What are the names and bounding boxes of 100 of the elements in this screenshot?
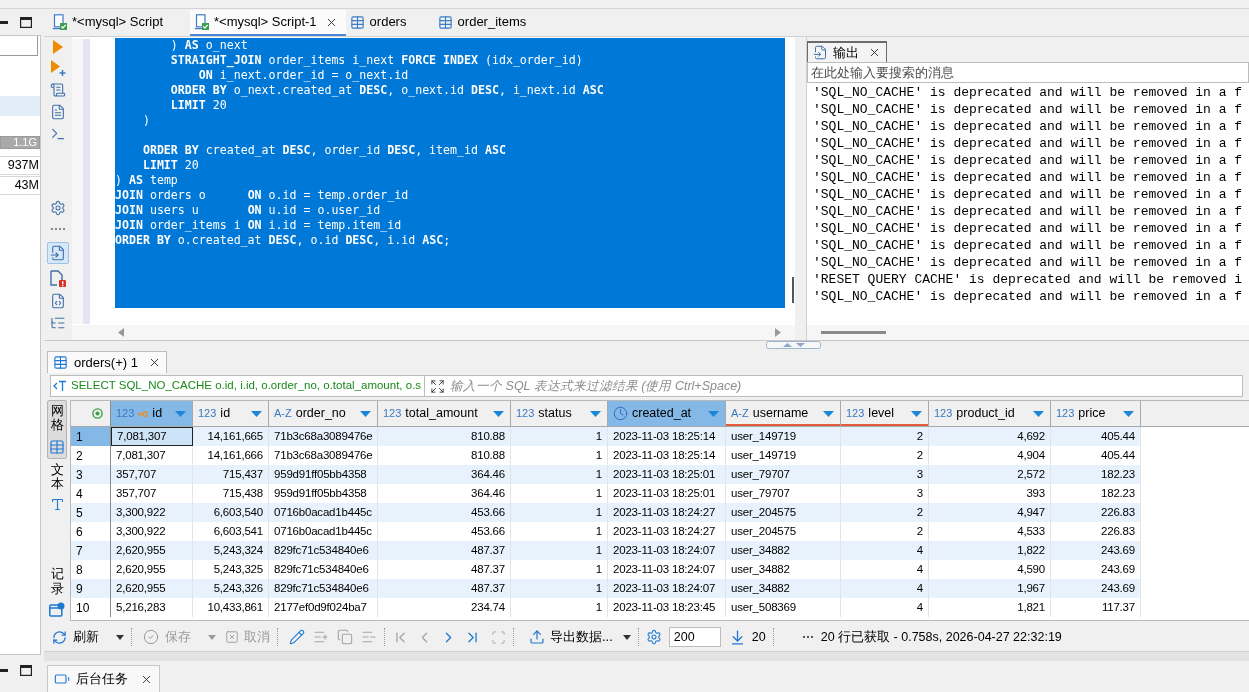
refresh-button[interactable]: 刷新	[52, 627, 99, 647]
filter-arrow-icon[interactable]	[823, 410, 834, 417]
table-cell: user_204575	[726, 503, 841, 522]
log-message: 'SQL_NO_CACHE' is deprecated and will be removed in a f	[813, 119, 1243, 134]
table-cell: 4,947	[929, 503, 1051, 522]
list-tree-icon[interactable]	[50, 315, 66, 331]
table-cell: 829fc71c534840e6	[269, 541, 378, 560]
vertical-scrollbar[interactable]	[792, 277, 794, 303]
caret-icon[interactable]	[622, 634, 631, 640]
log-message: 'SQL_NO_CACHE' is deprecated and will be removed in a f	[813, 170, 1243, 185]
record-indicator-icon	[92, 408, 103, 419]
column-header[interactable]: 123 id	[111, 401, 193, 426]
horizontal-scrollbar[interactable]	[821, 331, 886, 334]
row-number[interactable]: 5	[71, 503, 111, 522]
navigator-filter-field[interactable]	[0, 36, 38, 56]
document-code-icon[interactable]	[50, 293, 66, 309]
filter-arrow-icon[interactable]	[911, 410, 922, 417]
document-arrow-icon	[50, 245, 66, 261]
filter-arrow-icon[interactable]	[251, 410, 262, 417]
output-toggle-button[interactable]	[47, 242, 69, 264]
filter-arrow-icon[interactable]	[175, 410, 186, 417]
output-tab[interactable]: 输出	[807, 41, 887, 62]
editor-tab[interactable]: orders	[345, 10, 434, 36]
scroll-right-icon[interactable]	[775, 328, 781, 337]
row-number[interactable]: 1	[71, 427, 111, 446]
code-line: ) AS o_next	[170, 38, 248, 53]
x-square-icon	[225, 630, 239, 644]
memory-reading: 43M	[14, 177, 39, 195]
maximize-icon[interactable]	[20, 665, 32, 676]
column-header[interactable]: A-Z username	[726, 401, 841, 426]
log-message: 'SQL_NO_CACHE' is deprecated and will be removed in a f	[813, 85, 1243, 100]
fetch-size-field[interactable]: 200	[668, 627, 721, 647]
filter-arrow-icon[interactable]	[708, 410, 719, 417]
view-tab[interactable]: 记录	[47, 563, 67, 621]
table-cell: 243.69	[1051, 541, 1141, 560]
document-alert-icon[interactable]	[50, 270, 66, 287]
row-number[interactable]: 7	[71, 541, 111, 560]
refresh-icon	[52, 629, 67, 645]
caret-icon[interactable]	[116, 634, 124, 640]
table-cell: 715,437	[193, 465, 269, 484]
settings-icon[interactable]	[50, 200, 66, 216]
filter-arrow-icon[interactable]	[1033, 410, 1044, 417]
table-cell: 2,572	[929, 465, 1051, 484]
code-line: JOIN users u ON u.id = o.user_id	[115, 203, 381, 218]
close-icon[interactable]	[868, 46, 881, 59]
battery-icon	[54, 671, 70, 687]
record-card-icon	[49, 602, 65, 617]
row-number[interactable]: 9	[71, 579, 111, 598]
table-cell: 1	[511, 427, 608, 446]
editor-tab[interactable]: *<mysql> Script-1	[190, 10, 346, 36]
table-cell: 1	[511, 579, 608, 598]
table-cell: 4	[841, 579, 929, 598]
column-header[interactable]: 123 level	[841, 401, 929, 426]
collapse-expand-icon[interactable]	[766, 341, 821, 349]
code-line: ON i_next.order_id = o_next.id	[198, 68, 409, 83]
filter-arrow-icon[interactable]	[1123, 410, 1134, 417]
table-cell: 2	[841, 503, 929, 522]
table-cell: 2023-11-03 18:25:01	[608, 465, 726, 484]
code-text-icon	[53, 380, 67, 392]
view-tab[interactable]: 网格	[47, 400, 67, 459]
filter-arrow-icon[interactable]	[360, 410, 371, 417]
table-cell: 2	[841, 427, 929, 446]
filter-arrow-icon[interactable]	[493, 410, 504, 417]
filter-input[interactable]: 输入一个 SQL 表达式来过滤结果 (使用 Ctrl+Space)	[450, 375, 1243, 397]
terminal-icon[interactable]	[50, 126, 66, 142]
log-message: 'SQL_NO_CACHE' is deprecated and will be removed in a f	[813, 153, 1243, 168]
table-cell: 3,300,922	[111, 503, 193, 522]
table-cell: user_79707	[726, 465, 841, 484]
minimize-icon[interactable]	[0, 20, 8, 24]
result-tab[interactable]: orders(+) 1	[47, 351, 167, 373]
expand-button[interactable]	[425, 375, 451, 397]
message-search-field[interactable]: 在此处输入要搜索的消息	[807, 62, 1249, 83]
column-header[interactable]: created_at	[608, 401, 726, 426]
document-icon[interactable]	[50, 104, 66, 120]
editor-tab[interactable]: *<mysql> Script	[48, 10, 190, 36]
maximize-icon[interactable]	[20, 16, 32, 28]
pencil-icon[interactable]	[289, 629, 305, 645]
query-text: SELECT SQL_NO_CACHE o.id, i.id, o.order_no, o.total_amount, o.s	[71, 378, 422, 394]
view-tab[interactable]: 文本	[47, 458, 67, 517]
scroll-left-icon[interactable]	[118, 328, 124, 337]
table-cell: 4	[841, 541, 929, 560]
play-icon[interactable]	[53, 40, 63, 54]
settings-icon[interactable]	[645, 629, 662, 645]
log-message: 'SQL_NO_CACHE' is deprecated and will be removed in a f	[813, 204, 1243, 219]
table-cell: 7,081,307	[111, 427, 193, 446]
script-icon	[52, 14, 67, 30]
play-plus-icon[interactable]	[50, 60, 66, 76]
filter-arrow-icon[interactable]	[590, 410, 601, 417]
code-line: LIMIT 20	[142, 158, 199, 173]
table-cell: 453.66	[378, 503, 511, 522]
row-number[interactable]: 3	[71, 465, 111, 484]
code-line: STRAIGHT_JOIN order_items i_next FORCE INDEX (idx_order_id)	[170, 53, 583, 68]
export-button[interactable]: 导出数据...	[529, 627, 613, 647]
table-cell: 2023-11-03 18:24:27	[608, 503, 726, 522]
scroll-icon[interactable]	[50, 82, 66, 98]
table-cell: 1	[511, 541, 608, 560]
panel-tab[interactable]: 后台任务	[47, 665, 160, 692]
log-message: 'SQL_NO_CACHE' is deprecated and will be removed in a f	[813, 102, 1243, 117]
editor-tab[interactable]: order_items	[433, 10, 535, 36]
table-icon	[437, 14, 453, 30]
